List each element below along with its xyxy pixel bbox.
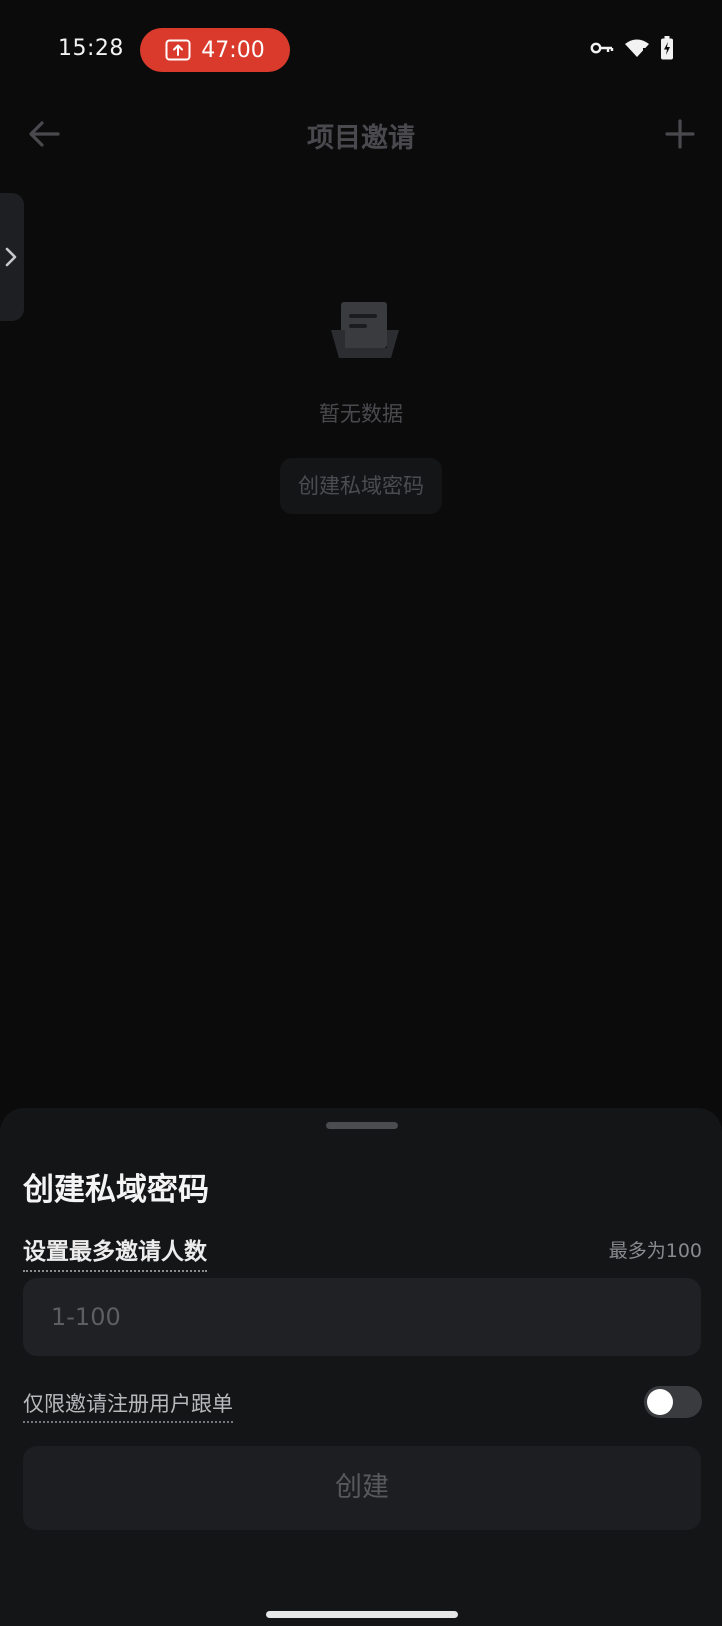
empty-create-password-button[interactable]: 创建私域密码	[280, 458, 442, 514]
sheet-title: 创建私域密码	[23, 1172, 209, 1208]
create-button[interactable]: 创建	[23, 1446, 701, 1530]
empty-inbox-icon	[331, 302, 399, 358]
wifi-icon	[625, 39, 649, 57]
screen: 15:28 47:00 项目邀请 暂无数据 创建私域密码 创建私域密码 设置最多…	[0, 0, 722, 1626]
empty-text: 暂无数据	[319, 402, 403, 426]
empty-state: 暂无数据 创建私域密码	[0, 290, 722, 514]
add-button[interactable]	[660, 114, 700, 154]
vpn-key-icon	[590, 42, 614, 54]
invite-count-input[interactable]	[23, 1278, 701, 1356]
create-password-sheet: 创建私域密码 设置最多邀请人数 最多为100 仅限邀请注册用户跟单 创建	[0, 1108, 722, 1626]
chevron-right-icon	[5, 247, 17, 267]
status-icons	[590, 36, 674, 60]
registered-users-only-label[interactable]: 仅限邀请注册用户跟单	[23, 1388, 233, 1423]
upload-screen-icon	[165, 39, 191, 61]
sheet-drag-handle[interactable]	[326, 1122, 398, 1129]
screen-record-pill[interactable]: 47:00	[140, 28, 290, 72]
status-time: 15:28	[58, 36, 124, 61]
home-indicator[interactable]	[266, 1611, 458, 1618]
battery-charging-icon	[661, 36, 673, 60]
invite-count-hint: 最多为100	[608, 1240, 702, 1262]
app-header: 项目邀请	[0, 100, 722, 170]
recording-time: 47:00	[201, 37, 265, 63]
toggle-knob	[647, 1389, 673, 1415]
registered-users-only-toggle[interactable]	[644, 1386, 702, 1418]
status-bar: 15:28 47:00	[0, 0, 722, 100]
invite-count-label[interactable]: 设置最多邀请人数	[23, 1232, 207, 1272]
page-title: 项目邀请	[307, 123, 415, 154]
